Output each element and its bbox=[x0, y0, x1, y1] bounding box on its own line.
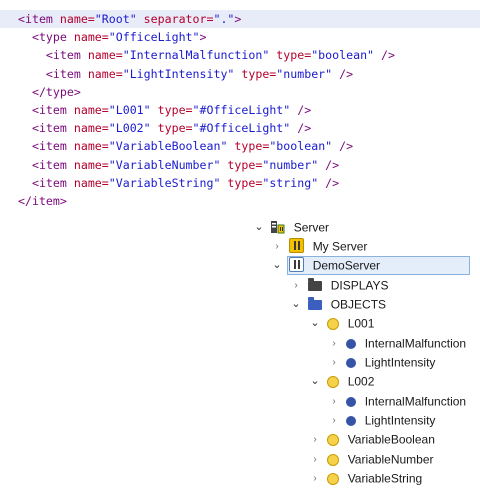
tree-item-l001-internal-malfunction[interactable]: › InternalMalfunction bbox=[327, 334, 466, 353]
tree-item-variable-number[interactable]: › VariableNumber bbox=[308, 450, 434, 469]
variable-dot-icon bbox=[346, 415, 357, 426]
chevron-right-icon[interactable]: › bbox=[327, 334, 341, 353]
server-tree: ⌄ Server › My Server ⌄ DemoServer › DISP… bbox=[0, 0, 480, 489]
tree-label: Server bbox=[293, 220, 330, 235]
chevron-right-icon[interactable]: › bbox=[270, 237, 284, 256]
tree-item-l002-light-intensity[interactable]: › LightIntensity bbox=[327, 411, 435, 430]
folder-icon bbox=[308, 296, 323, 310]
chevron-down-icon[interactable]: ⌄ bbox=[289, 295, 303, 314]
tree-label: VariableBoolean bbox=[347, 432, 435, 447]
object-circle-icon bbox=[327, 375, 340, 388]
chevron-right-icon[interactable]: › bbox=[289, 276, 303, 295]
tree-item-objects[interactable]: ⌄ OBJECTS bbox=[289, 295, 386, 314]
tree-label: VariableString bbox=[347, 471, 423, 486]
chevron-right-icon[interactable]: › bbox=[308, 430, 322, 449]
chevron-right-icon[interactable]: › bbox=[327, 353, 341, 372]
chevron-right-icon[interactable]: › bbox=[327, 411, 341, 430]
object-circle-icon bbox=[327, 317, 340, 330]
folder-icon bbox=[308, 277, 323, 291]
chevron-down-icon[interactable]: ⌄ bbox=[252, 218, 266, 237]
plc-icon bbox=[289, 257, 305, 273]
chevron-down-icon[interactable]: ⌄ bbox=[270, 256, 284, 275]
chevron-right-icon[interactable]: › bbox=[308, 469, 322, 488]
tree-label: L001 bbox=[347, 316, 375, 331]
tree-label: My Server bbox=[312, 239, 368, 254]
tree-label: InternalMalfunction bbox=[364, 394, 467, 409]
tree-item-l002-internal-malfunction[interactable]: › InternalMalfunction bbox=[327, 392, 466, 411]
tree-label: LightIntensity bbox=[364, 355, 436, 370]
chevron-down-icon[interactable]: ⌄ bbox=[308, 314, 322, 333]
tree-item-l002[interactable]: ⌄ L002 bbox=[308, 372, 374, 391]
tree-item-variable-string[interactable]: › VariableString bbox=[308, 469, 422, 488]
chevron-down-icon[interactable]: ⌄ bbox=[308, 372, 322, 391]
tree-label: DemoServer bbox=[312, 258, 381, 273]
object-circle-icon bbox=[327, 433, 340, 446]
server-icon bbox=[271, 220, 285, 234]
tree-label: OBJECTS bbox=[330, 297, 387, 312]
tree-item-server[interactable]: ⌄ Server bbox=[252, 218, 329, 237]
tree-label: VariableNumber bbox=[347, 452, 434, 467]
tree-label: LightIntensity bbox=[364, 413, 436, 428]
tree-item-demo-server[interactable]: ⌄ DemoServer bbox=[270, 256, 380, 275]
variable-dot-icon bbox=[346, 396, 357, 407]
object-circle-icon bbox=[327, 472, 340, 485]
tree-label: InternalMalfunction bbox=[364, 336, 467, 351]
variable-dot-icon bbox=[346, 357, 357, 368]
tree-item-l001-light-intensity[interactable]: › LightIntensity bbox=[327, 353, 435, 372]
variable-dot-icon bbox=[346, 338, 357, 349]
tree-label: L002 bbox=[347, 374, 375, 389]
chevron-right-icon[interactable]: › bbox=[308, 450, 322, 469]
tree-item-l001[interactable]: ⌄ L001 bbox=[308, 314, 374, 333]
tree-item-displays[interactable]: › DISPLAYS bbox=[289, 276, 389, 295]
object-circle-icon bbox=[327, 453, 340, 466]
tree-item-variable-boolean[interactable]: › VariableBoolean bbox=[308, 430, 435, 449]
chevron-right-icon[interactable]: › bbox=[327, 392, 341, 411]
tree-item-my-server[interactable]: › My Server bbox=[270, 237, 367, 256]
plc-icon bbox=[289, 238, 305, 254]
tree-label: DISPLAYS bbox=[330, 278, 389, 293]
